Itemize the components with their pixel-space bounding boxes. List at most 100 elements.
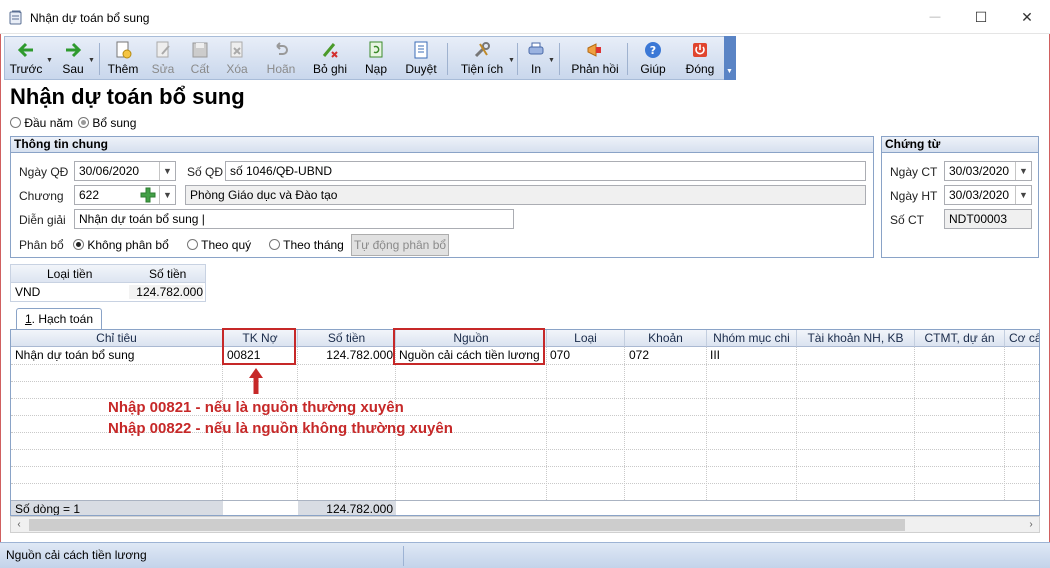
currency-type[interactable]: VND — [15, 285, 40, 299]
chevron-down-icon[interactable]: ▼ — [508, 57, 515, 64]
ngay-ct-field[interactable]: 30/03/2020 ▼ — [944, 161, 1032, 181]
save-icon — [192, 42, 208, 58]
radio-khong-phan-bo[interactable]: Không phân bổ — [73, 238, 169, 252]
delete-icon — [230, 41, 243, 58]
footer-blank — [396, 501, 1039, 515]
cell-loai[interactable]: 070 — [550, 348, 622, 363]
toolbar-label: Phản hồi — [571, 62, 619, 76]
cell-nhom-muc-chi[interactable]: III — [710, 348, 794, 363]
maximize-icon: ☐ — [974, 8, 988, 25]
radio-circle — [78, 117, 89, 128]
plus-icon — [140, 187, 156, 203]
column-header[interactable]: Nhóm mục chi — [707, 330, 797, 347]
toolbar-unpost-button[interactable]: Bỏ ghi — [307, 37, 353, 79]
voucher-panel: Chứng từ Ngày CT 30/03/2020 ▼ Ngày HT 30… — [881, 136, 1039, 258]
panel-heading: Thông tin chung — [11, 137, 873, 153]
toolbar-help-button[interactable]: ? Giúp — [635, 37, 671, 79]
toolbar-tools-button[interactable]: Tiện ích — [457, 37, 507, 79]
radio-label: Theo quý — [201, 238, 252, 252]
chevron-down-icon[interactable]: ▼ — [548, 57, 555, 64]
maximize-button[interactable]: ☐ — [958, 0, 1004, 34]
power-icon — [693, 43, 707, 57]
toolbar-print-button[interactable]: In — [523, 37, 549, 79]
browse-icon — [414, 41, 428, 59]
toolbar-feedback-button[interactable]: Phản hồi — [567, 37, 623, 79]
grid-line — [11, 381, 1039, 382]
arrow-right-icon — [66, 42, 82, 58]
column-header[interactable]: Tài khoản NH, KB — [797, 330, 915, 347]
ngay-qd-field[interactable]: 30/06/2020 ▼ — [74, 161, 176, 181]
unpost-icon — [322, 43, 338, 58]
horizontal-scrollbar[interactable]: ‹ › — [10, 516, 1040, 533]
radio-theo-thang[interactable]: Theo tháng — [269, 238, 344, 252]
toolbar-add-button[interactable]: Thêm — [103, 37, 143, 79]
tab-label: . Hạch toán — [31, 312, 94, 326]
status-bar: Nguồn cải cách tiền lương — [0, 542, 1050, 568]
add-chuong-button[interactable] — [139, 186, 157, 204]
arrow-left-icon — [17, 42, 33, 58]
column-header[interactable]: Cơ cấu — [1005, 330, 1039, 347]
toolbar-undo-button[interactable]: Hoãn — [259, 37, 303, 79]
column-header[interactable]: Số tiền — [298, 330, 396, 347]
toolbar-next-button[interactable]: Sau — [55, 37, 91, 79]
toolbar-browse-button[interactable]: Duyệt — [401, 37, 441, 79]
chevron-down-icon[interactable]: ▼ — [159, 186, 175, 204]
radio-theo-quy[interactable]: Theo quý — [187, 238, 251, 252]
grid-line — [11, 449, 1039, 450]
scrollbar-thumb[interactable] — [29, 519, 905, 531]
toolbar-prev-button[interactable]: Trước — [7, 37, 45, 79]
grid-line — [11, 483, 1039, 484]
radio-dau-nam[interactable]: Đầu năm — [10, 116, 73, 130]
column-header[interactable]: Khoản — [625, 330, 707, 347]
radio-bo-sung[interactable]: Bổ sung — [78, 116, 136, 130]
chevron-right-icon[interactable]: › — [1023, 517, 1039, 532]
toolbar-overflow-button[interactable]: ▼ — [724, 36, 736, 80]
tab-hach-toan[interactable]: 1. Hạch toán — [16, 308, 102, 330]
so-ct-label: Số CT — [890, 213, 925, 227]
column-header[interactable]: Chỉ tiêu — [11, 330, 223, 347]
toolbar-label: Đóng — [685, 62, 715, 76]
add-document-icon — [116, 41, 132, 59]
toolbar-edit-button[interactable]: Sửa — [145, 37, 181, 79]
minimize-button[interactable]: — — [912, 0, 958, 34]
toolbar-delete-button[interactable]: Xóa — [219, 37, 255, 79]
highlight-tk-no — [222, 328, 296, 365]
svg-text:?: ? — [650, 44, 656, 57]
ngay-qd-label: Ngày QĐ — [19, 165, 69, 179]
tools-icon — [474, 42, 490, 58]
dien-giai-field[interactable]: Nhận dự toán bổ sung | — [74, 209, 514, 229]
grid-line — [796, 347, 797, 500]
ngay-ht-field[interactable]: 30/03/2020 ▼ — [944, 185, 1032, 205]
close-window-button[interactable]: ✕ — [1004, 0, 1050, 34]
chuong-field[interactable]: 622 ▼ — [74, 185, 176, 205]
highlight-nguon — [393, 328, 545, 365]
auto-allocate-button[interactable]: Tự động phân bổ — [351, 234, 449, 256]
cell-so-tien[interactable]: 124.782.000 — [299, 348, 393, 363]
cell-chi-tieu[interactable]: Nhận dự toán bổ sung — [15, 348, 221, 363]
status-separator — [403, 546, 404, 566]
field-value: Nhận dự toán bổ sung | — [79, 212, 205, 226]
toolbar-label: Duyệt — [405, 62, 437, 76]
annotation-line-2: Nhập 00822 - nếu là nguồn không thường x… — [108, 420, 453, 437]
print-icon — [528, 42, 544, 55]
column-header[interactable]: Loại — [547, 330, 625, 347]
chevron-down-icon[interactable]: ▼ — [159, 162, 175, 180]
toolbar-close-button[interactable]: Đóng — [681, 37, 719, 79]
toolbar-save-button[interactable]: Cất — [183, 37, 217, 79]
so-qd-field[interactable]: số 1046/QĐ-UBND — [225, 161, 866, 181]
phan-bo-label: Phân bổ — [19, 238, 64, 252]
column-header[interactable]: CTMT, dự án — [915, 330, 1005, 347]
chevron-left-icon[interactable]: ‹ — [11, 517, 27, 532]
chevron-down-icon[interactable]: ▼ — [1015, 162, 1031, 180]
toolbar-reload-button[interactable]: Nạp — [357, 37, 395, 79]
field-value: số 1046/QĐ-UBND — [230, 164, 333, 178]
chevron-down-icon[interactable]: ▼ — [46, 57, 53, 64]
chevron-down-icon[interactable]: ▼ — [1015, 186, 1031, 204]
toolbar-label: Cất — [190, 62, 210, 76]
title-bar: Nhận dự toán bổ sung — ☐ ✕ — [0, 0, 1050, 34]
field-value: NDT00003 — [949, 212, 1008, 226]
radio-circle — [187, 239, 198, 250]
cell-khoan[interactable]: 072 — [629, 348, 705, 363]
chevron-down-icon[interactable]: ▼ — [88, 57, 95, 64]
currency-amount[interactable]: 124.782.000 — [129, 285, 203, 299]
